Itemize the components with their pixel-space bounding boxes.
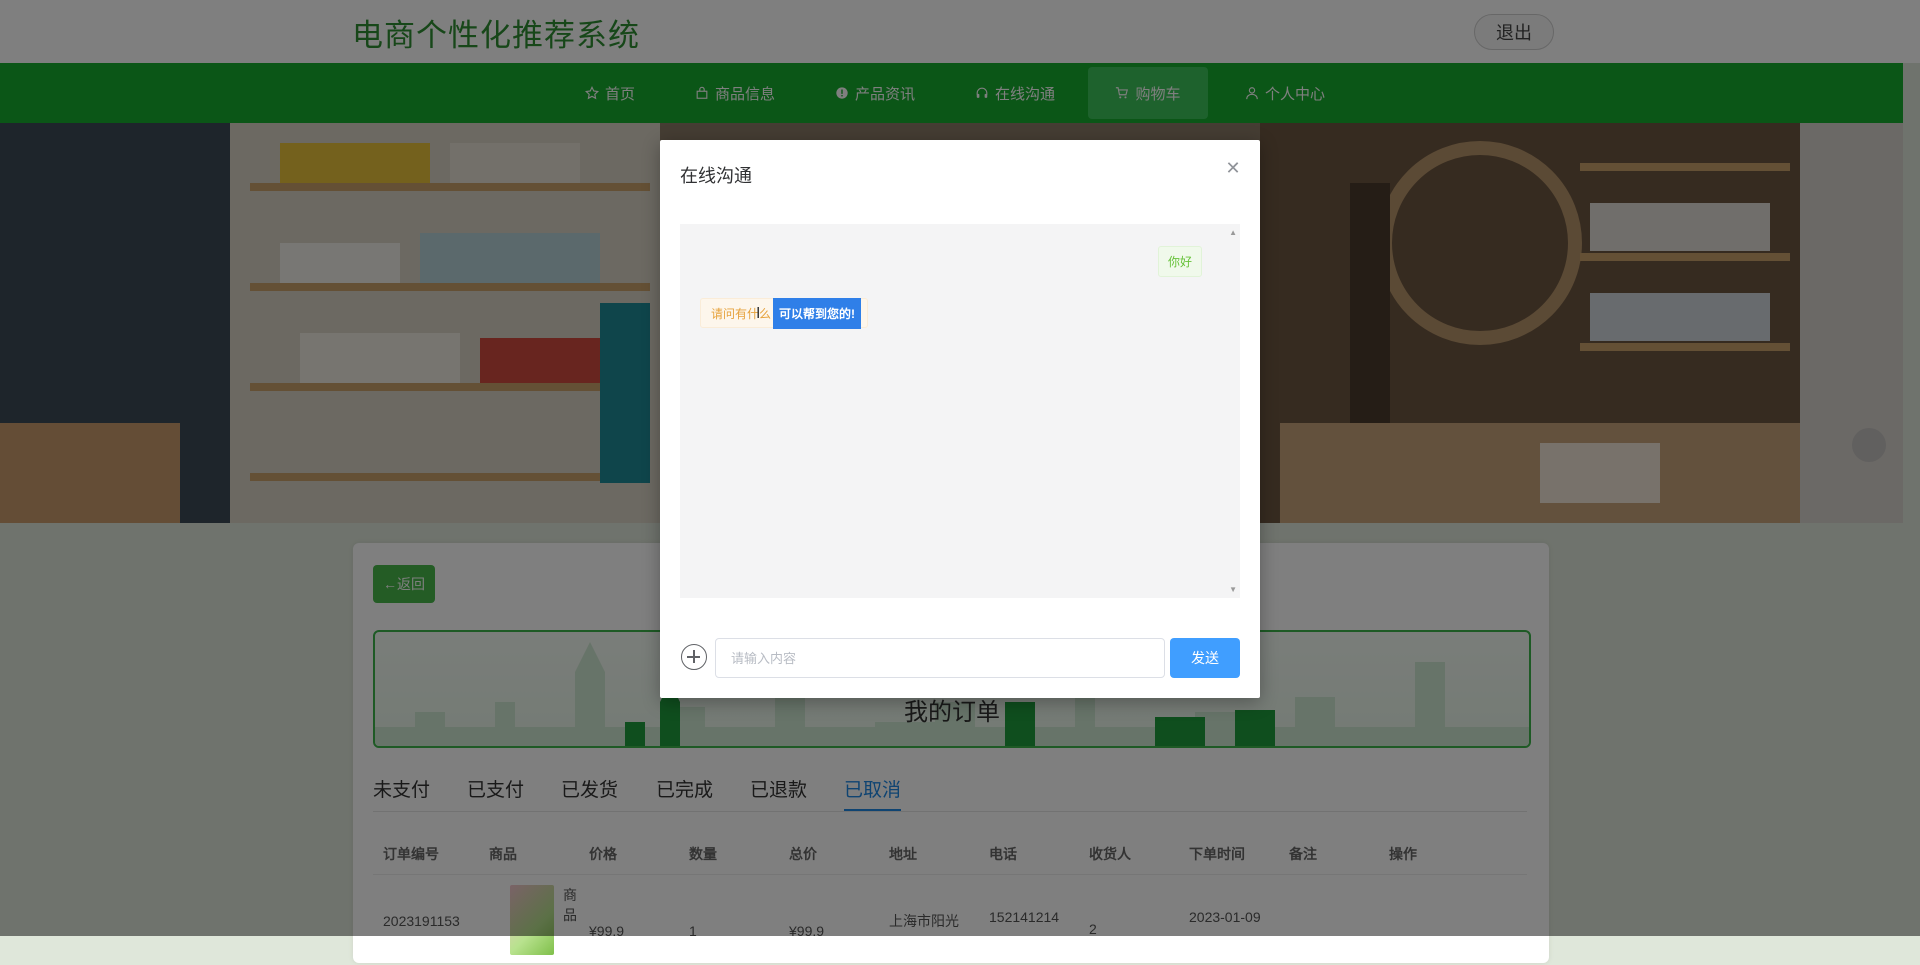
chat-messages[interactable]: ▲ 你好 请问有什么 可以帮到您的! ▼ [680,224,1240,598]
send-button[interactable]: 发送 [1170,638,1240,678]
chat-input-bar: 发送 [680,638,1240,678]
text-cursor-icon: I [756,305,761,322]
message-bubble-left: 请问有什么 可以帮到您的! [700,297,869,329]
chat-dialog: 在线沟通 ✕ ▲ 你好 请问有什么可以帮到您的! ▼ 发送 [660,140,1260,698]
chat-input[interactable] [715,638,1165,678]
dialog-title: 在线沟通 [680,166,752,186]
add-attachment-icon[interactable] [681,644,707,670]
message-text: 请问有什么 [711,306,772,321]
scroll-down-icon[interactable]: ▼ [1229,585,1237,594]
scroll-up-icon[interactable]: ▲ [1229,228,1237,237]
message-bubble-right: 你好 [1157,246,1202,277]
selected-text: 可以帮到您的! [773,297,862,329]
close-icon[interactable]: ✕ [1223,158,1243,178]
